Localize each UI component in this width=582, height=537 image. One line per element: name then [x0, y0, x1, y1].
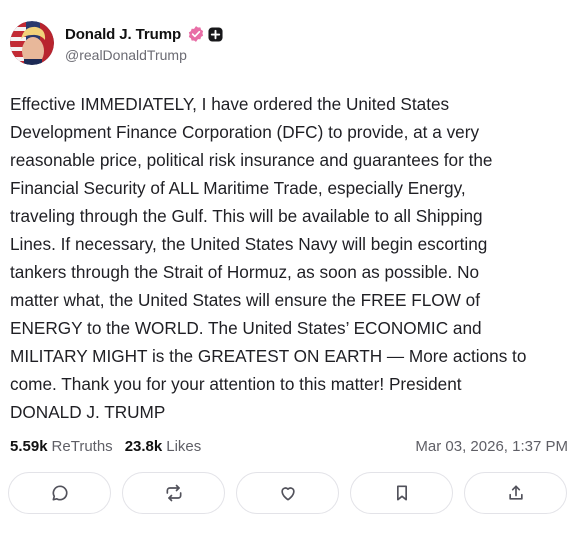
post-stats: 5.59k ReTruths 23.8k Likes Mar 03, 2026, 1…	[10, 434, 568, 458]
bookmark-button[interactable]	[350, 472, 453, 514]
post-timestamp[interactable]: Mar 03, 2026, 1:37 PM	[415, 438, 568, 455]
author-handle[interactable]: @realDonaldTrump	[65, 47, 223, 63]
reply-button[interactable]	[8, 472, 111, 514]
author-name[interactable]: Donald J. Trump	[65, 26, 181, 43]
likes-count: 23.8k	[124, 437, 163, 455]
reply-icon	[52, 485, 68, 501]
retruth-icon	[166, 484, 181, 502]
retruths-count: 5.59k	[10, 437, 48, 455]
share-button[interactable]	[464, 472, 567, 514]
truth-post: Donald J. Trump @realDonaldTrump Effecti…	[0, 0, 582, 537]
retruth-button[interactable]	[122, 472, 225, 514]
like-icon	[280, 487, 295, 501]
likes-label: Likes	[166, 437, 202, 455]
retruths-label: ReTruths	[51, 437, 113, 455]
name-row: Donald J. Trump	[65, 23, 223, 45]
post-body: Effective IMMEDIATELY, I have ordered th…	[10, 94, 527, 422]
like-button[interactable]	[236, 472, 339, 514]
likes-stat[interactable]: 23.8k Likes	[125, 438, 202, 455]
author-block: Donald J. Trump @realDonaldTrump	[65, 23, 223, 63]
post-header: Donald J. Trump @realDonaldTrump	[10, 20, 223, 66]
plus-badge-icon	[208, 26, 223, 42]
verified-badge-icon	[188, 26, 204, 42]
retruths-stat[interactable]: 5.59k ReTruths	[10, 438, 113, 455]
action-bar	[8, 472, 567, 514]
bookmark-icon	[396, 485, 407, 501]
avatar[interactable]	[10, 21, 54, 65]
share-icon	[508, 485, 523, 500]
